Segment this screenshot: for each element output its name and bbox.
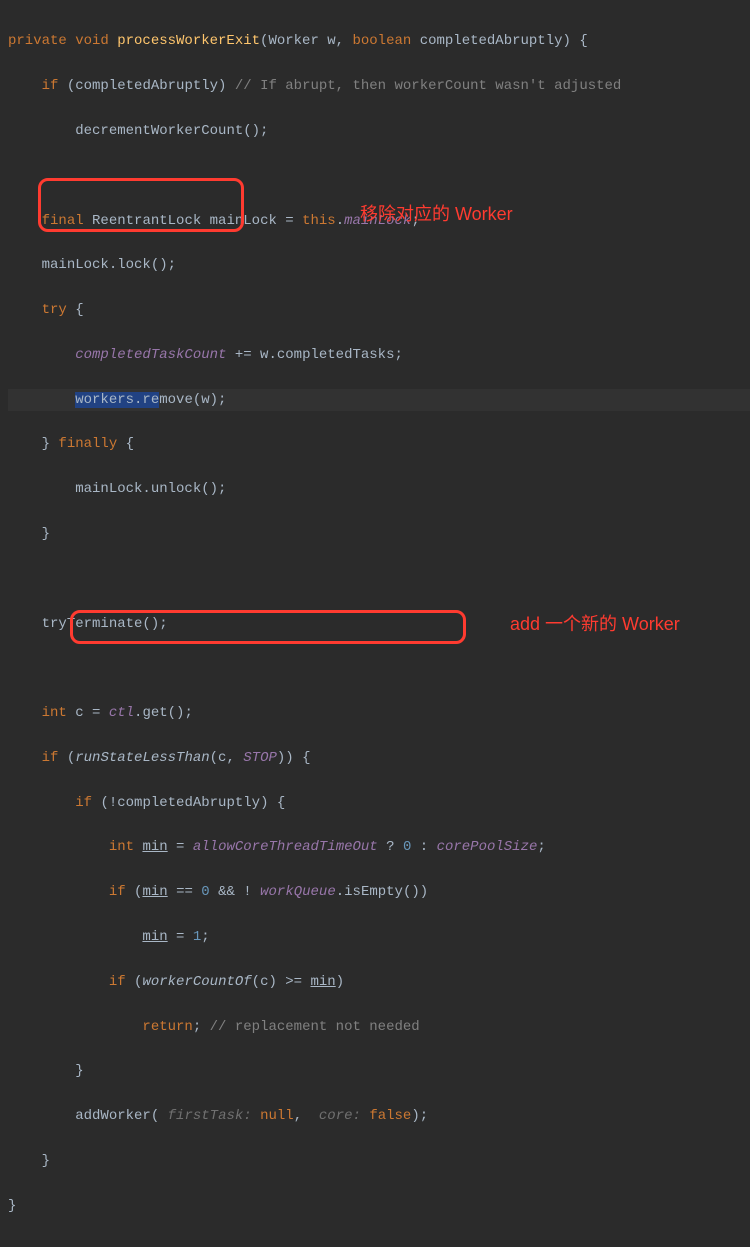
method-name: processWorkerExit	[117, 33, 260, 49]
method-call: runStateLessThan	[75, 750, 209, 766]
text: {	[75, 302, 83, 318]
number: 0	[201, 884, 209, 900]
text: completedAbruptly) {	[420, 33, 588, 49]
text: ==	[168, 884, 202, 900]
variable: min	[310, 974, 335, 990]
keyword: if	[75, 795, 100, 811]
text: (	[151, 1108, 168, 1124]
text: ;	[411, 213, 419, 229]
field: mainLock	[344, 213, 411, 229]
text: ,	[294, 1108, 319, 1124]
text: .get();	[134, 705, 193, 721]
code-editor[interactable]: private void processWorkerExit(Worker w,…	[0, 0, 750, 1247]
text: ;	[201, 929, 209, 945]
highlighted-line: workers.remove(w);	[8, 389, 750, 411]
text: ;	[537, 839, 545, 855]
field: allowCoreThreadTimeOut	[193, 839, 378, 855]
text: }	[42, 526, 50, 542]
text: }	[42, 1153, 50, 1169]
text: ;	[193, 1019, 210, 1035]
text: =	[168, 839, 193, 855]
keyword: false	[369, 1108, 411, 1124]
param-hint: firstTask:	[168, 1108, 260, 1124]
variable: min	[142, 929, 167, 945]
keyword: final	[42, 213, 92, 229]
keyword: if	[109, 884, 134, 900]
text: {	[126, 436, 134, 452]
number: 0	[403, 839, 411, 855]
keyword: try	[42, 302, 76, 318]
text: }	[42, 436, 59, 452]
keyword: if	[109, 974, 134, 990]
text: mainLock.unlock();	[75, 481, 226, 497]
keyword: if	[42, 78, 67, 94]
text: )) {	[277, 750, 311, 766]
field: workQueue	[260, 884, 336, 900]
keyword: finally	[58, 436, 125, 452]
text: );	[411, 1108, 428, 1124]
text: =	[168, 929, 193, 945]
text-selection: workers.re	[75, 392, 159, 408]
text: ?	[378, 839, 403, 855]
text: (c) >=	[252, 974, 311, 990]
text: )	[336, 974, 344, 990]
text: move(w);	[159, 392, 226, 408]
text: tryTerminate();	[42, 616, 168, 632]
method-call: addWorker	[75, 1108, 151, 1124]
field: corePoolSize	[437, 839, 538, 855]
keyword: private void	[8, 33, 117, 49]
keyword: boolean	[352, 33, 419, 49]
variable: min	[142, 884, 167, 900]
comment: // If abrupt, then workerCount wasn't ad…	[235, 78, 621, 94]
keyword: return	[142, 1019, 192, 1035]
text: .	[336, 213, 344, 229]
text: (	[67, 750, 75, 766]
variable: min	[142, 839, 167, 855]
param-hint: core:	[319, 1108, 369, 1124]
text: += w.completedTasks;	[226, 347, 402, 363]
text: mainLock =	[210, 213, 302, 229]
keyword: this	[302, 213, 336, 229]
text: (completedAbruptly)	[67, 78, 235, 94]
number: 1	[193, 929, 201, 945]
text: :	[411, 839, 436, 855]
field: ctl	[109, 705, 134, 721]
constant: STOP	[243, 750, 277, 766]
text: (Worker w,	[260, 33, 352, 49]
keyword: int	[42, 705, 76, 721]
text: }	[75, 1063, 83, 1079]
keyword: if	[42, 750, 67, 766]
type: ReentrantLock	[92, 213, 210, 229]
text: (c,	[210, 750, 244, 766]
text: .isEmpty())	[336, 884, 428, 900]
text: && !	[210, 884, 260, 900]
text: (	[134, 884, 142, 900]
field: completedTaskCount	[75, 347, 226, 363]
text: c =	[75, 705, 109, 721]
text: }	[8, 1198, 16, 1214]
comment: // replacement not needed	[210, 1019, 420, 1035]
keyword: int	[109, 839, 143, 855]
method-call: workerCountOf	[142, 974, 251, 990]
text: (!completedAbruptly) {	[100, 795, 285, 811]
text: decrementWorkerCount();	[75, 123, 268, 139]
text: mainLock.lock();	[42, 257, 176, 273]
text: (	[134, 974, 142, 990]
keyword: null	[260, 1108, 294, 1124]
